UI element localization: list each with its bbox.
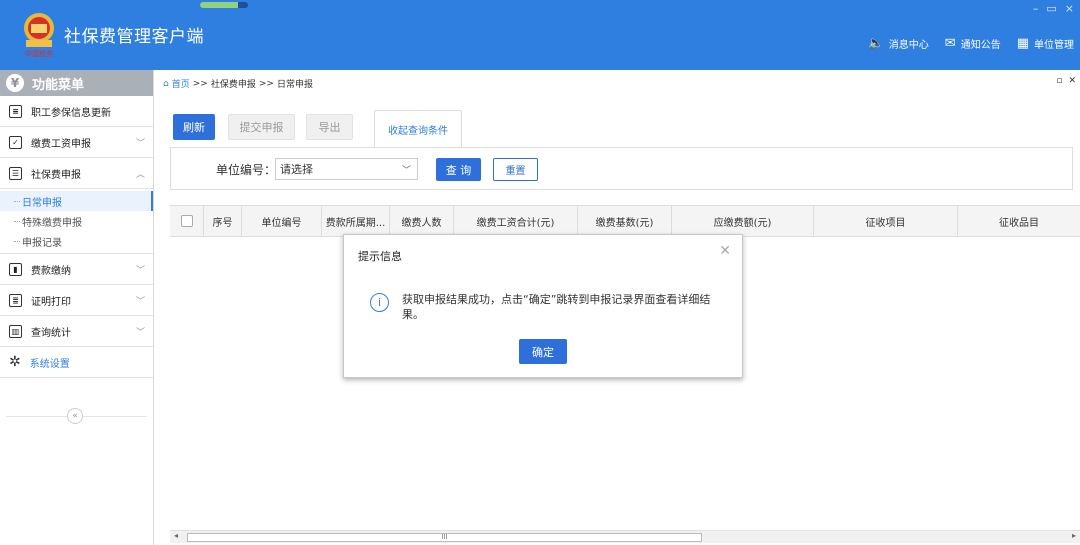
- chevron-down-icon: ﹀: [135, 138, 145, 149]
- reset-button[interactable]: 重置: [493, 158, 538, 181]
- menu-header: ¥ 功能菜单: [0, 70, 153, 96]
- chevron-up-icon: ︿: [135, 169, 145, 180]
- select-all-cell: [170, 206, 204, 236]
- building-icon: ▦: [1016, 36, 1029, 51]
- sidebar-item-wage-declare[interactable]: ✓ 缴费工资申报 ﹀: [0, 127, 153, 158]
- close-window-icon[interactable]: ×: [1065, 2, 1074, 15]
- list-icon: ≡: [9, 104, 22, 118]
- breadcrumb-home[interactable]: 首页: [172, 77, 190, 90]
- horizontal-scrollbar[interactable]: ◂ III ▸: [170, 530, 1080, 543]
- breadcrumb-separator: >>: [258, 78, 274, 89]
- query-button[interactable]: 查 询: [436, 158, 481, 181]
- home-icon: ⌂: [163, 78, 169, 89]
- column-header[interactable]: 征收项目: [814, 206, 958, 236]
- sidebar-subitem-daily-declare[interactable]: 日常申报: [0, 191, 153, 211]
- dialog-title: 提示信息: [358, 250, 402, 263]
- scroll-right-icon[interactable]: ▸: [1072, 531, 1076, 540]
- close-icon[interactable]: ✕: [719, 243, 731, 259]
- refresh-button[interactable]: 刷新: [173, 114, 215, 140]
- breadcrumb-social-fee[interactable]: 社保费申报: [211, 77, 256, 90]
- sidebar: ¥ 功能菜单 ≡ 职工参保信息更新 ✓ 缴费工资申报 ﹀ ☰ 社保费申报 ︿ 日…: [0, 70, 154, 545]
- submit-declare-button[interactable]: 提交申报: [228, 114, 295, 140]
- unit-number-select[interactable]: 请选择 ﹀: [275, 158, 418, 180]
- sidebar-item-certificate-print[interactable]: ≣ 证明打印 ﹀: [0, 285, 153, 316]
- notice-link[interactable]: ✉ 通知公告: [945, 36, 1001, 51]
- yuan-icon: ¥: [6, 74, 24, 92]
- submenu: 日常申报 特殊缴费申报 申报记录: [0, 189, 153, 254]
- unit-management-link[interactable]: ▦ 单位管理: [1017, 36, 1074, 51]
- chevron-down-icon: ﹀: [135, 265, 145, 276]
- sidebar-item-employee-info[interactable]: ≡ 职工参保信息更新: [0, 96, 153, 127]
- loading-progress-bar: [200, 2, 248, 8]
- print-icon: ≣: [9, 293, 22, 307]
- mail-icon: ✉: [944, 36, 956, 51]
- info-icon: i: [370, 293, 389, 312]
- scroll-left-icon[interactable]: ◂: [174, 531, 178, 540]
- query-panel: 单位编号： 请选择 ﹀ 查 询 重置: [170, 147, 1073, 190]
- sidebar-item-query-stats[interactable]: ▥ 查询统计 ﹀: [0, 316, 153, 347]
- gear-icon: ✲: [9, 354, 21, 370]
- sidebar-subitem-declare-records[interactable]: 申报记录: [0, 231, 153, 251]
- restore-icon[interactable]: ▭: [1046, 2, 1056, 15]
- sidebar-item-payment[interactable]: ▮ 费款缴纳 ﹀: [0, 254, 153, 285]
- column-header[interactable]: 缴费工资合计(元): [454, 206, 578, 236]
- confirm-button[interactable]: 确定: [519, 339, 567, 364]
- app-title: 社保费管理客户端: [64, 27, 204, 47]
- minimize-icon[interactable]: –: [1033, 2, 1039, 15]
- column-header[interactable]: 征收品目: [958, 206, 1080, 236]
- column-header[interactable]: 缴费基数(元): [578, 206, 672, 236]
- tax-emblem-logo: 中国税务: [18, 10, 60, 60]
- dialog-message: 获取申报结果成功，点击“确定”跳转到申报记录界面查看详细结果。: [402, 293, 711, 321]
- sidebar-item-social-fee-declare[interactable]: ☰ 社保费申报 ︿: [0, 158, 153, 189]
- sidebar-subitem-special-declare[interactable]: 特殊缴费申报: [0, 211, 153, 231]
- breadcrumb-separator: >>: [192, 78, 208, 89]
- svg-text:中国税务: 中国税务: [25, 49, 53, 58]
- collapse-sidebar-button[interactable]: «: [67, 408, 83, 424]
- select-all-checkbox[interactable]: [180, 215, 193, 227]
- scrollbar-thumb[interactable]: III: [187, 533, 702, 542]
- breadcrumb-current: 日常申报: [276, 80, 313, 90]
- breadcrumb: ⌂ 首页 >> 社保费申报 >> 日常申报: [163, 77, 313, 91]
- column-header[interactable]: 费款所属期...: [322, 206, 390, 236]
- chevron-down-icon: ﹀: [135, 296, 145, 307]
- chevron-down-icon: ﹀: [135, 327, 145, 338]
- wallet-icon: ▮: [9, 262, 22, 276]
- message-center-link[interactable]: 🔈 消息中心: [868, 36, 929, 51]
- chevron-down-icon: ﹀: [401, 166, 411, 176]
- speaker-icon: 🔈: [867, 36, 884, 51]
- edit-icon: ✓: [9, 135, 22, 149]
- export-button[interactable]: 导出: [306, 114, 353, 140]
- chart-icon: ▥: [9, 324, 22, 338]
- column-header[interactable]: 序号: [204, 206, 242, 236]
- column-header[interactable]: 单位编号: [242, 206, 322, 236]
- document-icon: ☰: [9, 166, 22, 180]
- unit-number-label: 单位编号：: [216, 163, 277, 177]
- info-dialog: 提示信息 ✕ i 获取申报结果成功，点击“确定”跳转到申报记录界面查看详细结果。…: [343, 234, 743, 378]
- close-tab-icon[interactable]: ✕: [1068, 76, 1076, 86]
- maximize-tab-icon[interactable]: ▫: [1056, 76, 1062, 86]
- app-header: 中国税务 社保费管理客户端 – ▭ × 🔈 消息中心 ✉ 通知公告 ▦ 单位管理: [0, 0, 1080, 70]
- table-header: 序号 单位编号 费款所属期... 缴费人数 缴费工资合计(元) 缴费基数(元) …: [170, 205, 1080, 237]
- sidebar-item-settings[interactable]: ✲ 系统设置: [0, 347, 153, 378]
- column-header[interactable]: 缴费人数: [390, 206, 454, 236]
- column-header[interactable]: 应缴费额(元): [672, 206, 814, 236]
- collapse-query-tab[interactable]: 收起查询条件: [374, 110, 462, 148]
